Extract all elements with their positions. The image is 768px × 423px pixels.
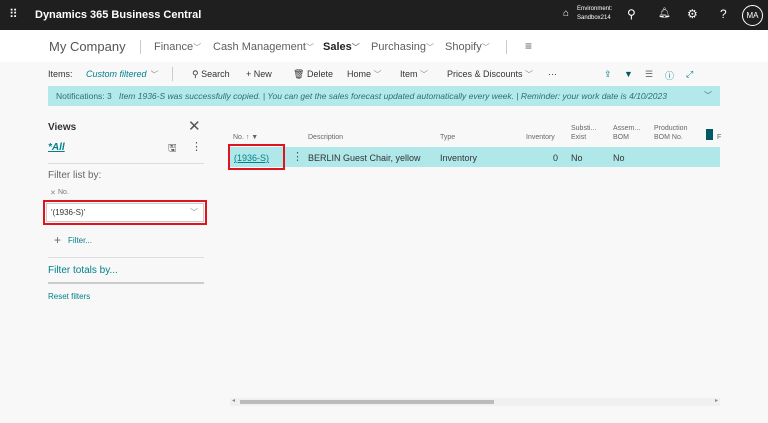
delete-button[interactable]: 🗑︎ Delete — [293, 69, 333, 80]
views-title: Views — [48, 122, 77, 133]
column-header-inventory[interactable]: Inventory — [526, 133, 555, 142]
action-bar: Items: Custom filtered ﹀ ⚲ Search + New … — [0, 62, 768, 140]
cell-description: BERLIN Guest Chair, yellow — [308, 153, 421, 163]
divider — [172, 67, 173, 81]
gear-icon[interactable]: ⚙ — [687, 7, 698, 21]
add-filter-link[interactable]: Filter... — [68, 236, 92, 245]
view-all[interactable]: *All — [48, 142, 65, 153]
column-header-no[interactable]: No. ↑ ▼ — [233, 133, 258, 142]
column-header-substitutes[interactable]: Substi... Exist — [571, 124, 596, 142]
chevron-down-icon[interactable]: ﹀ — [704, 86, 712, 106]
nav-shopify[interactable]: Shopify﹀ — [445, 41, 490, 53]
divider — [506, 40, 507, 54]
scroll-right-icon[interactable]: ▸ — [715, 397, 718, 404]
company-name[interactable]: My Company — [49, 39, 126, 54]
notification-bar[interactable]: Notifications: 3 Item 1936-S was success… — [48, 86, 720, 106]
filter-list-by-label: Filter list by: — [48, 170, 102, 181]
info-icon[interactable]: ⓘ — [665, 69, 674, 82]
filter-field-label: No. — [58, 189, 69, 196]
plus-icon: + — [246, 69, 252, 79]
environment-icon: ⌂ — [563, 8, 570, 19]
remove-filter-icon[interactable]: ✕ — [50, 189, 56, 197]
app-title: Dynamics 365 Business Central — [35, 9, 202, 21]
bookmark-icon[interactable] — [706, 129, 713, 140]
column-header-production-bom[interactable]: Production BOM No. — [654, 124, 687, 142]
scroll-left-icon[interactable]: ◂ — [232, 397, 235, 404]
notification-count[interactable]: Notifications: 3 — [56, 91, 112, 101]
environment-label: Environment: — [577, 6, 613, 12]
hamburger-menu-icon[interactable]: ≡ — [525, 39, 532, 53]
filter-totals-link[interactable]: Filter totals by... — [48, 265, 118, 276]
chevron-down-icon[interactable]: ﹀ — [190, 207, 198, 218]
nav-sales[interactable]: Sales﹀ — [323, 41, 360, 53]
help-icon[interactable]: ? — [720, 7, 727, 21]
avatar[interactable]: MA — [742, 5, 763, 26]
item-menu[interactable]: Item ﹀ — [400, 69, 428, 80]
cell-substitutes: No — [571, 153, 583, 163]
cell-type: Inventory — [440, 153, 478, 163]
divider — [48, 282, 204, 284]
column-header-type[interactable]: Type — [440, 133, 455, 142]
expand-icon[interactable]: ⤢ — [686, 69, 693, 80]
cell-assembly-bom: No — [613, 153, 625, 163]
save-view-icon[interactable]: 🖫︎ — [168, 141, 177, 158]
notification-text: Item 1936-S was successfully copied. | Y… — [118, 91, 667, 101]
share-icon[interactable]: ⇪ — [604, 69, 612, 80]
divider — [48, 163, 204, 164]
filter-icon[interactable]: ▼ — [624, 69, 633, 79]
more-actions-button[interactable]: ··· — [548, 69, 557, 79]
filter-icon: ▼ — [251, 134, 259, 141]
filter-value-input[interactable]: '(1936-S)' ﹀ — [46, 203, 204, 222]
close-icon[interactable]: ✕ — [188, 117, 201, 135]
app-launcher-icon[interactable]: ⠿ — [9, 7, 18, 21]
navigation-bar: My Company Finance﹀ Cash Management﹀ Sal… — [0, 30, 768, 62]
nav-finance[interactable]: Finance﹀ — [154, 41, 201, 53]
cell-inventory: 0 — [553, 153, 559, 163]
more-options-icon[interactable]: ⋮ — [191, 140, 202, 153]
bell-icon[interactable]: 🔔︎ — [658, 8, 671, 19]
nav-cash-management[interactable]: Cash Management﹀ — [213, 41, 314, 53]
filter-value: '(1936-S)' — [51, 208, 86, 217]
view-selector[interactable]: Custom filtered ﹀ — [86, 69, 157, 80]
reset-filters-link[interactable]: Reset filters — [48, 292, 90, 301]
search-icon[interactable]: ⚲ — [627, 7, 636, 21]
search-button[interactable]: ⚲ Search — [192, 69, 230, 80]
page-label: Items: — [48, 69, 73, 79]
prices-discounts-menu[interactable]: Prices & Discounts ﹀ — [447, 69, 533, 80]
list-view-icon[interactable]: ☰ — [645, 69, 653, 80]
home-menu[interactable]: Home ﹀ — [347, 69, 382, 80]
column-header-next[interactable]: F — [717, 133, 721, 142]
new-button[interactable]: + New — [246, 69, 272, 79]
divider — [140, 40, 141, 54]
search-icon: ⚲ — [192, 69, 199, 79]
column-header-description[interactable]: Description — [308, 133, 343, 142]
nav-purchasing[interactable]: Purchasing﹀ — [371, 41, 434, 53]
plus-icon: + — [54, 233, 62, 247]
column-header-assembly-bom[interactable]: Assem... BOM — [613, 124, 640, 142]
scrollbar-thumb[interactable] — [240, 400, 494, 404]
trash-icon: 🗑︎ — [293, 69, 305, 79]
horizontal-scrollbar[interactable]: ◂ ▸ — [230, 398, 720, 406]
top-bar: ⠿ Dynamics 365 Business Central ⌂ Enviro… — [0, 0, 768, 30]
row-menu-icon[interactable]: ⋮ — [292, 150, 303, 163]
divider — [48, 257, 204, 258]
item-no-link[interactable]: (1936-S) — [234, 153, 269, 163]
environment-name: Sandbox214 — [577, 15, 611, 21]
